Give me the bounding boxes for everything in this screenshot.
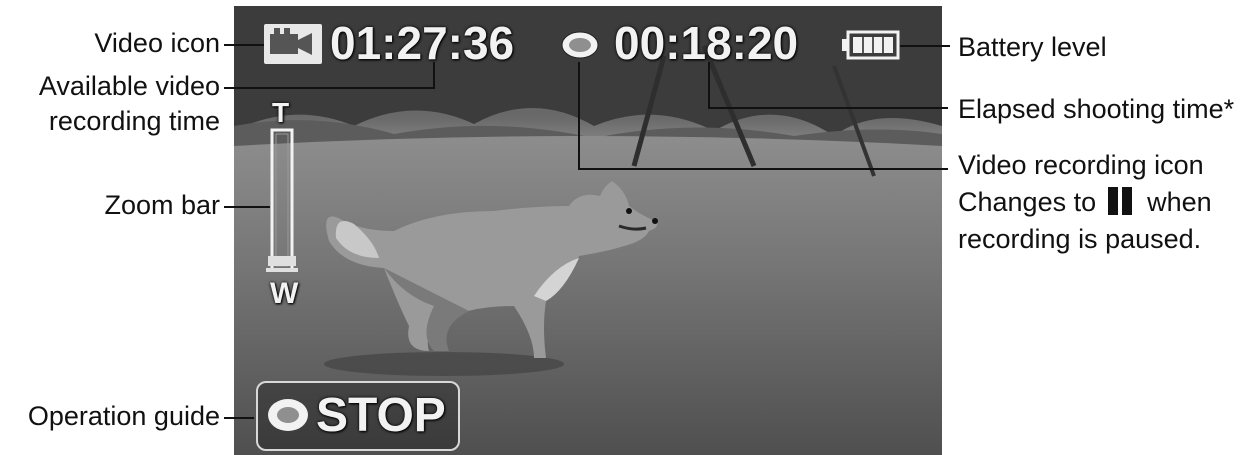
callout-elapsed-time: Elapsed shooting time* (958, 94, 1235, 124)
callout-rec-icon-1: Video recording icon (958, 150, 1204, 180)
leader-zoom-bar (224, 206, 270, 208)
leader-video-icon (224, 44, 264, 46)
callout-rec-icon-2: Changes to when (958, 187, 1212, 222)
zoom-tele-label: T (272, 97, 290, 128)
callout-zoom-bar: Zoom bar (104, 190, 220, 220)
leader-operation-guide (224, 417, 254, 419)
callout-battery-level: Battery level (958, 32, 1107, 62)
guide-circle-icon (266, 397, 310, 433)
battery-icon (842, 30, 900, 60)
camera-screen: 01:27:36 00:18:20 T W STOP (234, 6, 942, 455)
elapsed-time-readout: 00:18:20 (614, 17, 799, 69)
callout-operation-guide: Operation guide (27, 401, 220, 431)
leader-rec-icon-v (578, 62, 580, 170)
callout-video-icon: Video icon (94, 28, 220, 58)
pause-icon (1107, 187, 1136, 222)
callout-available-time-2: recording time (48, 106, 220, 136)
record-circle-icon (560, 30, 600, 60)
leader-battery-level (900, 45, 950, 47)
guide-stop-label: STOP (316, 389, 446, 442)
available-time-readout: 01:27:36 (330, 17, 515, 69)
leader-elapsed-time-v (708, 62, 710, 108)
leader-elapsed-time-h (708, 107, 948, 109)
leader-rec-icon-h (578, 168, 948, 170)
leader-available-time-v (433, 62, 435, 89)
callout-available-time-1: Available video (38, 71, 220, 101)
operation-guide: STOP (256, 381, 460, 451)
callout-rec-icon-2-pre: Changes to (958, 187, 1097, 217)
callout-rec-icon-3: recording is paused. (958, 224, 1202, 254)
video-camera-icon (264, 24, 322, 64)
callout-rec-icon-2-post: when (1147, 187, 1212, 217)
zoom-wide-label: W (270, 277, 299, 310)
leader-available-time-h (224, 87, 434, 89)
